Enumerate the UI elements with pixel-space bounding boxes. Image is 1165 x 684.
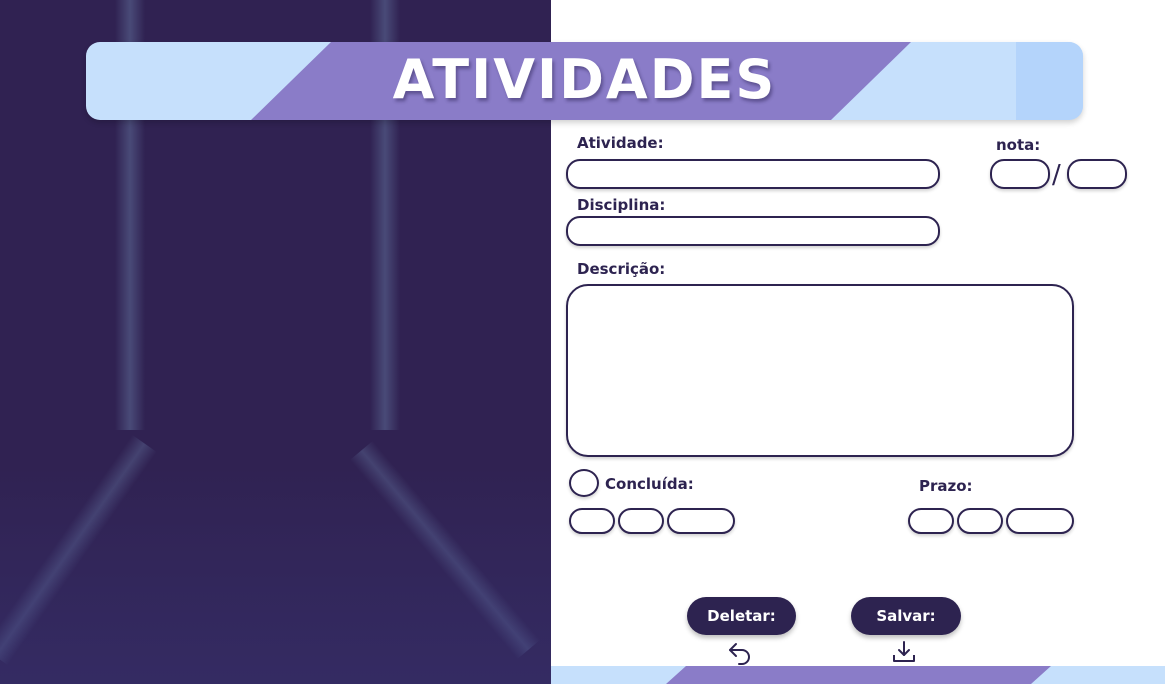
prazo-label: Prazo:: [919, 477, 973, 495]
delete-button[interactable]: Deletar:: [687, 597, 796, 635]
atividade-input[interactable]: [566, 159, 940, 189]
nota-total-input[interactable]: [1067, 159, 1127, 189]
concluida-day-input[interactable]: [569, 508, 615, 534]
floor-glow: [0, 464, 551, 684]
undo-arrow-icon[interactable]: [727, 639, 753, 665]
footer-band: [551, 666, 1165, 684]
concluida-year-input[interactable]: [667, 508, 735, 534]
prazo-year-input[interactable]: [1006, 508, 1074, 534]
disciplina-input[interactable]: [566, 216, 940, 246]
header-banner: ATIVIDADES: [86, 42, 1083, 120]
descricao-textarea[interactable]: [566, 284, 1074, 457]
concluida-label: Concluída:: [605, 475, 694, 493]
atividade-label: Atividade:: [577, 134, 664, 152]
nota-separator: /: [1052, 160, 1061, 190]
nota-label: nota:: [996, 136, 1041, 154]
save-button[interactable]: Salvar:: [851, 597, 961, 635]
footer-stripe: [666, 666, 1051, 684]
disciplina-label: Disciplina:: [577, 196, 666, 214]
nota-input[interactable]: [990, 159, 1050, 189]
prazo-month-input[interactable]: [957, 508, 1003, 534]
download-tray-icon[interactable]: [891, 639, 917, 665]
descricao-label: Descrição:: [577, 260, 666, 278]
page-title: ATIVIDADES: [392, 48, 777, 111]
concluida-month-input[interactable]: [618, 508, 664, 534]
prazo-day-input[interactable]: [908, 508, 954, 534]
concluida-checkbox[interactable]: [569, 469, 599, 497]
